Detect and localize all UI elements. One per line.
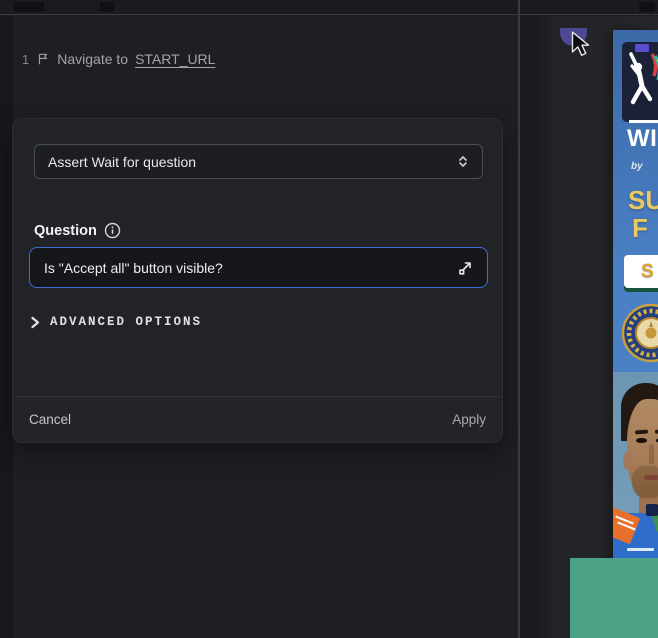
info-icon[interactable]	[104, 222, 121, 239]
player-mouth	[644, 475, 658, 480]
signup-cta-button: S	[624, 255, 658, 288]
promo-headline: SU F	[628, 186, 658, 242]
steps-panel: 1 Navigate to START_URL Assert Wait for …	[0, 16, 518, 638]
jersey-sponsor-text	[627, 548, 654, 551]
player-beard	[632, 466, 658, 498]
advanced-options-toggle[interactable]: ADVANCED OPTIONS	[30, 315, 202, 329]
player-photo	[613, 372, 658, 573]
banner-title: WI	[627, 125, 657, 153]
topbar-tab-hint	[639, 2, 655, 12]
teal-banner-block	[570, 558, 658, 638]
promo-line-1: SU	[628, 186, 658, 214]
player-nose	[649, 444, 654, 464]
top-bar	[0, 0, 658, 15]
jersey-collar	[646, 504, 658, 516]
advanced-options-label: ADVANCED OPTIONS	[50, 315, 202, 329]
player-ear	[623, 452, 632, 470]
page-screenshot-preview[interactable]: WI by SU F S	[613, 30, 658, 573]
expand-icon[interactable]	[457, 260, 473, 276]
topbar-tab-hint	[100, 2, 114, 12]
cancel-button[interactable]: Cancel	[29, 412, 71, 427]
step-editor-card: Assert Wait for question Question Is "Ac…	[12, 118, 503, 443]
mouse-cursor-icon	[567, 30, 593, 65]
cta-label: S	[641, 261, 654, 283]
step-action-label: Navigate to	[57, 51, 128, 67]
chevron-updown-icon	[457, 154, 469, 169]
command-select-value: Assert Wait for question	[48, 154, 196, 170]
editor-footer: Cancel Apply	[13, 396, 502, 442]
question-label-row: Question	[34, 222, 121, 239]
step-row-navigate[interactable]: 1 Navigate to START_URL	[22, 51, 215, 67]
apply-button[interactable]: Apply	[452, 412, 486, 427]
player-eye	[636, 438, 647, 443]
topbar-tab-hint	[14, 2, 44, 12]
flag-icon	[36, 52, 50, 66]
tournament-logo	[622, 42, 658, 122]
question-label: Question	[34, 223, 97, 239]
banner-byline: by	[631, 161, 643, 172]
start-url-link[interactable]: START_URL	[135, 51, 215, 67]
promo-line-2: F	[632, 214, 658, 242]
bcci-emblem	[618, 303, 658, 370]
chevron-right-icon	[30, 316, 40, 329]
preview-panel: WI by SU F S	[520, 16, 658, 638]
command-select[interactable]: Assert Wait for question	[34, 144, 483, 179]
step-number: 1	[22, 52, 29, 67]
banner-rule	[629, 120, 658, 123]
question-input-value: Is "Accept all" button visible?	[44, 260, 223, 276]
question-input[interactable]: Is "Accept all" button visible?	[29, 247, 488, 288]
